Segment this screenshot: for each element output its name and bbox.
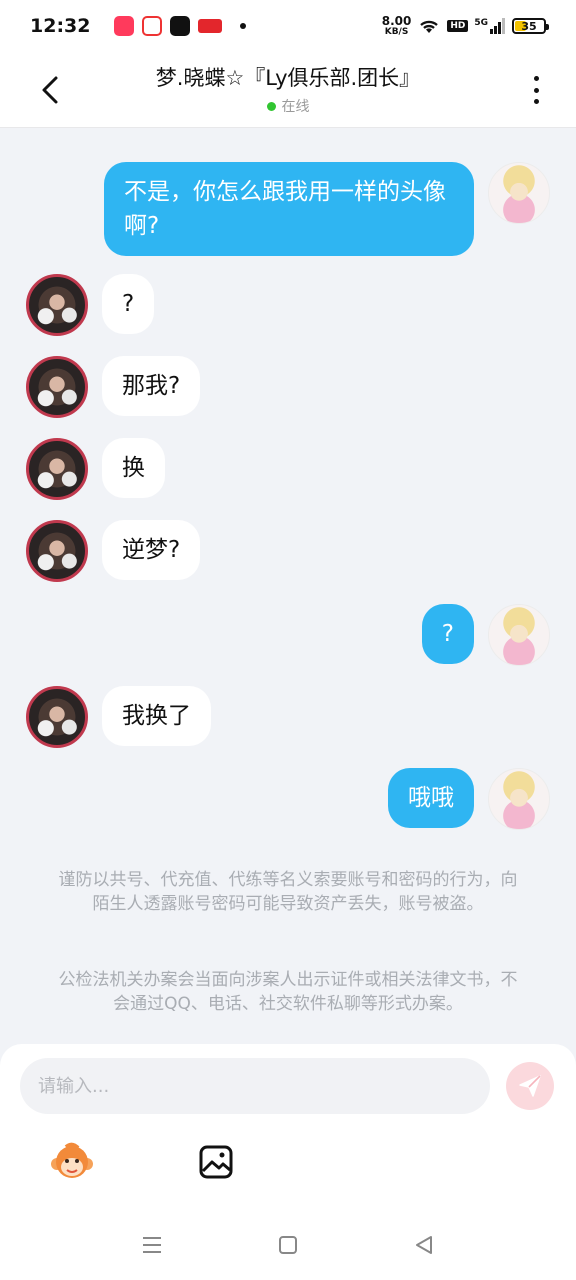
network-speed-unit: KB/S [384, 27, 409, 37]
signal-bars-icon [490, 18, 505, 34]
image-icon [199, 1145, 233, 1179]
recent-apps-button[interactable] [138, 1231, 166, 1259]
legal-notice: 公检法机关办案会当面向涉案人出示证件或相关法律文书，不会通过QQ、电话、社交软件… [58, 970, 518, 1014]
emoji-button[interactable] [50, 1140, 94, 1184]
message-bubble[interactable]: ? [102, 274, 155, 334]
system-nav-bar [0, 1210, 576, 1280]
message-bubble[interactable]: 换 [102, 438, 165, 498]
status-app-icons [114, 16, 247, 36]
contact-avatar[interactable] [26, 438, 88, 500]
message-incoming: 那我? [26, 356, 201, 418]
image-button[interactable] [194, 1140, 238, 1184]
paper-plane-icon [519, 1075, 541, 1097]
chevron-left-icon [42, 76, 58, 104]
my-avatar[interactable] [488, 604, 550, 666]
message-bubble[interactable]: 哦哦 [388, 768, 474, 828]
contact-avatar[interactable] [26, 356, 88, 418]
message-bubble[interactable]: 逆梦? [102, 520, 201, 580]
message-input[interactable] [20, 1058, 490, 1114]
chat-header: 梦.晓蝶☆『Ly俱乐部.团长』 在线 [0, 52, 576, 128]
message-outgoing: 不是，你怎么跟我用一样的头像啊? [104, 162, 550, 256]
hd-badge: HD [447, 20, 469, 32]
back-triangle-icon [416, 1236, 432, 1254]
system-back-button[interactable] [410, 1231, 438, 1259]
message-incoming: 我换了 [26, 686, 211, 748]
my-avatar[interactable] [488, 768, 550, 830]
send-button[interactable] [506, 1062, 554, 1110]
home-square-icon [279, 1236, 297, 1254]
message-bubble[interactable]: 我换了 [102, 686, 211, 746]
more-vertical-icon [533, 76, 539, 81]
message-outgoing: 哦哦 [388, 768, 550, 830]
menu-icon [143, 1237, 161, 1253]
presence-label: 在线 [281, 99, 310, 115]
presence-status: 在线 [90, 96, 486, 116]
battery-level: 35 [521, 19, 537, 33]
signal-5g: 5G [474, 18, 506, 34]
monkey-emoji-icon [51, 1142, 93, 1178]
back-button[interactable] [32, 70, 68, 110]
more-options-button[interactable] [522, 74, 550, 106]
online-dot-icon [266, 101, 276, 111]
wifi-icon [420, 20, 439, 33]
contact-name: 梦.晓蝶☆『Ly俱乐部.团长』 [155, 66, 421, 90]
security-notice: 谨防以共号、代充值、代练等名义索要账号和密码的行为，向陌生人透露账号密码可能导致… [58, 870, 518, 914]
message-incoming: 换 [26, 438, 165, 500]
status-time: 12:32 [30, 15, 91, 37]
status-indicators: 8.00 KB/S HD 5G 35 [382, 15, 549, 37]
map-pin-app-icon [142, 16, 163, 36]
chat-title-block[interactable]: 梦.晓蝶☆『Ly俱乐部.团长』 在线 [90, 62, 486, 116]
status-bar: 12:32 8.00 KB/S HD 5G 35 [0, 0, 576, 52]
message-incoming: ? [26, 274, 155, 336]
message-outgoing: ? [421, 604, 550, 666]
message-bubble[interactable]: 那我? [102, 356, 201, 416]
network-speed: 8.00 KB/S [382, 15, 412, 37]
signal-5g-label: 5G [474, 18, 488, 28]
notification-dot-icon [240, 23, 247, 29]
my-avatar[interactable] [488, 162, 550, 224]
contact-avatar[interactable] [26, 686, 88, 748]
tiktok-app-icon [170, 16, 191, 36]
message-bubble[interactable]: 不是，你怎么跟我用一样的头像啊? [104, 162, 474, 256]
contact-avatar[interactable] [26, 274, 88, 336]
message-list[interactable]: 不是，你怎么跟我用一样的头像啊? ? 那我? 换 逆梦? ? 我换了 哦哦 谨防… [0, 128, 576, 1044]
shopping-app-icon [114, 16, 135, 36]
network-speed-value: 8.00 [381, 14, 412, 28]
home-button[interactable] [274, 1231, 302, 1259]
battery-indicator: 35 [512, 18, 549, 34]
contact-avatar[interactable] [26, 520, 88, 582]
news-app-icon [198, 19, 223, 33]
message-incoming: 逆梦? [26, 520, 201, 582]
message-bubble[interactable]: ? [421, 604, 474, 664]
